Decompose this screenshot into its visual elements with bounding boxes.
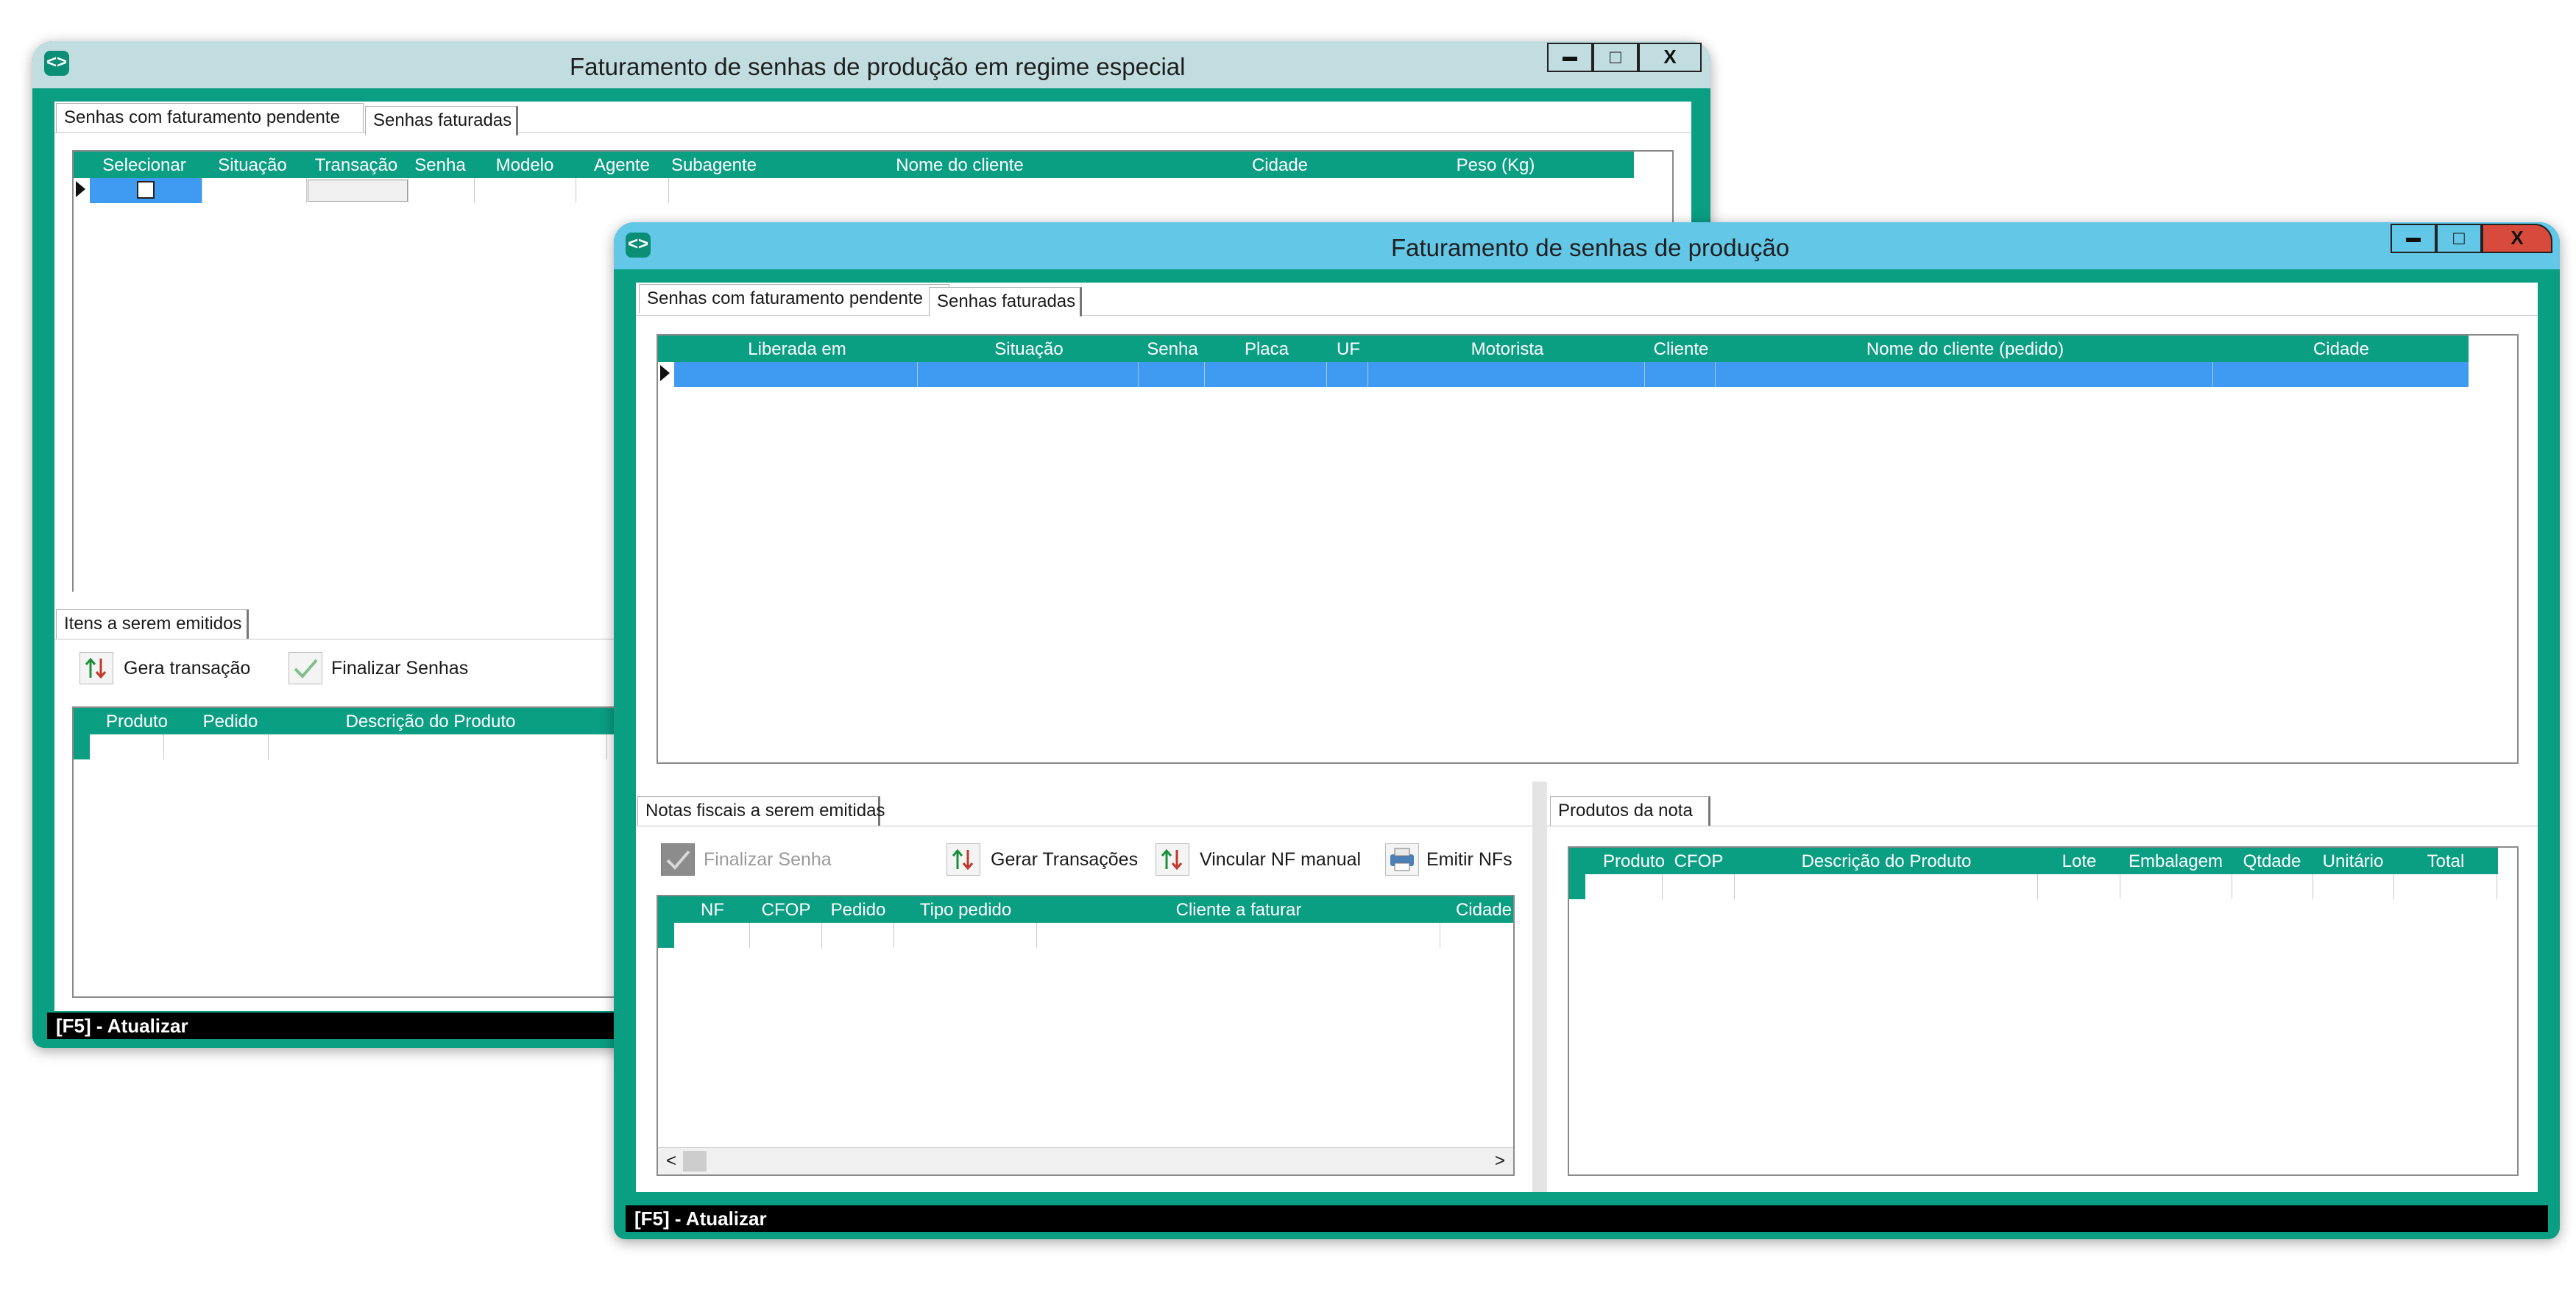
finalizar-senhas-label: Finalizar Senhas bbox=[331, 658, 469, 678]
col-embalagem[interactable]: Embalagem bbox=[2120, 848, 2232, 874]
tab-senhas-pendente[interactable]: Senhas com faturamento pendente bbox=[639, 284, 949, 313]
front-window: <> Faturamento de senhas de produção ▬ □… bbox=[614, 222, 2560, 1239]
tab-itens-emitidos[interactable]: Itens a serem emitidos bbox=[56, 609, 249, 639]
minimize-button[interactable]: ▬ bbox=[1547, 43, 1593, 72]
tab-senhas-faturadas[interactable]: Senhas faturadas bbox=[929, 287, 1082, 316]
col-agente[interactable]: Agente bbox=[576, 152, 668, 178]
col-situacao[interactable]: Situação bbox=[919, 336, 1139, 362]
col-descricao[interactable]: Descrição do Produto bbox=[287, 708, 574, 734]
produtos-grid: Produto CFOP Descrição do Produto Lote E… bbox=[1568, 846, 2519, 1176]
col-descricao[interactable]: Descrição do Produto bbox=[1734, 848, 2039, 874]
col-liberada-em[interactable]: Liberada em bbox=[676, 336, 919, 362]
col-transacao[interactable]: Transação bbox=[306, 152, 406, 178]
col-nome-cliente-pedido[interactable]: Nome do cliente (pedido) bbox=[1716, 336, 2214, 362]
scroll-right-button[interactable]: > bbox=[1491, 1148, 1509, 1174]
col-pedido[interactable]: Pedido bbox=[823, 896, 894, 923]
vincular-nf-manual-button[interactable]: Vincular NF manual bbox=[1156, 842, 1361, 877]
col-unitario[interactable]: Unitário bbox=[2313, 848, 2393, 874]
col-situacao[interactable]: Situação bbox=[203, 152, 302, 178]
col-cfop[interactable]: CFOP bbox=[1663, 848, 1734, 874]
col-cliente-faturar[interactable]: Cliente a faturar bbox=[1038, 896, 1440, 923]
emitir-nfs-label: Emitir NFs bbox=[1426, 849, 1512, 870]
gera-transacao-label: Gera transação bbox=[124, 658, 251, 678]
col-selecionar[interactable]: Selecionar bbox=[93, 152, 196, 178]
col-cidade[interactable]: Cidade bbox=[1440, 896, 1516, 923]
finalizar-senha-label: Finalizar Senha bbox=[704, 849, 832, 870]
gerar-transacoes-label: Gerar Transações bbox=[991, 849, 1139, 870]
maximize-button[interactable]: □ bbox=[1593, 43, 1638, 72]
status-bar: [F5] - Atualizar bbox=[626, 1205, 2548, 1232]
col-nome-cliente[interactable]: Nome do cliente bbox=[760, 152, 1160, 178]
col-placa[interactable]: Placa bbox=[1206, 336, 1328, 362]
minimize-button[interactable]: ▬ bbox=[2391, 224, 2436, 253]
transaction-arrows-icon bbox=[79, 652, 113, 684]
notas-grid: NF CFOP Pedido Tipo pedido Cliente a fat… bbox=[657, 895, 1515, 1176]
row-pointer-icon bbox=[76, 181, 85, 197]
tab-senhas-faturadas[interactable]: Senhas faturadas bbox=[365, 106, 518, 135]
printer-icon bbox=[1385, 843, 1419, 876]
close-button[interactable]: X bbox=[1638, 43, 1702, 72]
check-icon bbox=[661, 843, 695, 876]
app-icon: <> bbox=[626, 233, 651, 258]
row-indicator bbox=[658, 923, 674, 948]
col-senha[interactable]: Senha bbox=[406, 152, 474, 178]
col-cliente[interactable]: Cliente bbox=[1646, 336, 1716, 362]
col-cidade[interactable]: Cidade bbox=[2214, 336, 2469, 362]
col-nf[interactable]: NF bbox=[676, 896, 749, 923]
col-motorista[interactable]: Motorista bbox=[1369, 336, 1646, 362]
col-peso[interactable]: Peso (Kg) bbox=[1400, 152, 1591, 178]
scroll-left-button[interactable]: < bbox=[662, 1148, 680, 1174]
col-produto[interactable]: Produto bbox=[91, 708, 183, 734]
finalizar-senha-button[interactable]: Finalizar Senha bbox=[661, 842, 832, 877]
tab-senhas-pendente[interactable]: Senhas com faturamento pendente bbox=[56, 103, 364, 132]
col-modelo[interactable]: Modelo bbox=[474, 152, 576, 178]
selected-row[interactable] bbox=[674, 362, 2469, 387]
transaction-arrows-icon bbox=[1156, 843, 1189, 876]
panel-splitter[interactable] bbox=[1532, 782, 1547, 1192]
tab-strip-line bbox=[636, 315, 2538, 316]
row-indicator bbox=[1569, 874, 1585, 899]
check-icon bbox=[289, 652, 322, 684]
tab-strip-line bbox=[54, 132, 1691, 133]
col-qtdade[interactable]: Qtdade bbox=[2232, 848, 2313, 874]
gera-transacao-button[interactable]: Gera transação bbox=[79, 651, 278, 686]
gerar-transacoes-button[interactable]: Gerar Transações bbox=[946, 842, 1138, 877]
window-title: Faturamento de senhas de produção em reg… bbox=[570, 53, 1186, 80]
row-indicator bbox=[74, 734, 90, 759]
col-subagente[interactable]: Subagente bbox=[668, 152, 760, 178]
col-senha[interactable]: Senha bbox=[1139, 336, 1206, 362]
app-icon: <> bbox=[44, 51, 69, 76]
col-pedido[interactable]: Pedido bbox=[180, 708, 281, 734]
horizontal-scrollbar[interactable]: < > bbox=[658, 1147, 1513, 1174]
select-checkbox[interactable] bbox=[137, 181, 155, 199]
vincular-nf-label: Vincular NF manual bbox=[1200, 849, 1362, 870]
maximize-button[interactable]: □ bbox=[2436, 224, 2482, 253]
finalizar-senhas-button[interactable]: Finalizar Senhas bbox=[289, 651, 487, 686]
emitir-nfs-button[interactable]: Emitir NFs bbox=[1385, 842, 1512, 877]
transaction-arrows-icon bbox=[946, 843, 980, 876]
tab-notas-fiscais[interactable]: Notas fiscais a serem emitidas bbox=[637, 796, 885, 826]
tab-produtos-nota[interactable]: Produtos da nota bbox=[1550, 796, 1710, 826]
col-cidade[interactable]: Cidade bbox=[1160, 152, 1400, 178]
col-total[interactable]: Total bbox=[2393, 848, 2498, 874]
front-top-grid: Liberada em Situação Senha Placa UF Moto… bbox=[657, 334, 2519, 764]
scroll-thumb[interactable] bbox=[683, 1151, 707, 1172]
row-pointer-icon bbox=[660, 365, 670, 381]
col-lote[interactable]: Lote bbox=[2039, 848, 2120, 874]
window-title: Faturamento de senhas de produção bbox=[1391, 234, 1790, 261]
col-uf[interactable]: UF bbox=[1328, 336, 1369, 362]
close-button[interactable]: X bbox=[2482, 224, 2552, 253]
col-cfop[interactable]: CFOP bbox=[749, 896, 823, 923]
transacao-cell-button[interactable] bbox=[308, 180, 408, 202]
col-tipo-pedido[interactable]: Tipo pedido bbox=[894, 896, 1038, 923]
